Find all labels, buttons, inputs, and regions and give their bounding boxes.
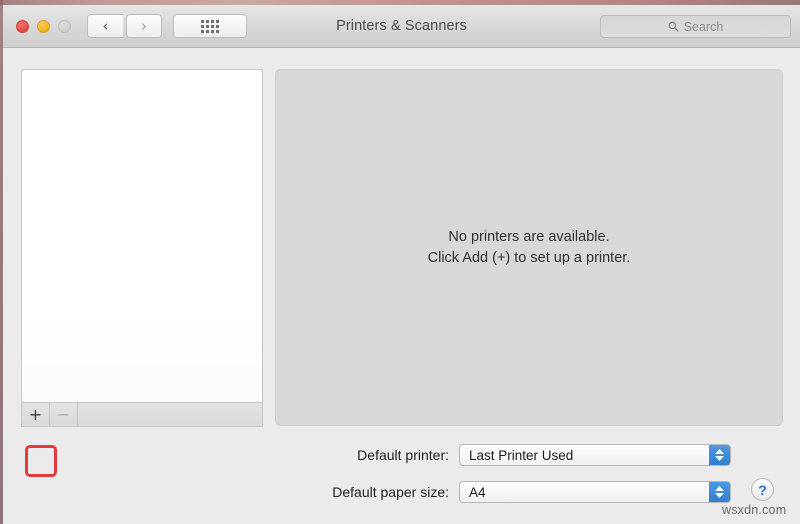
printers-and-scanners-window: ‹ › Printers & Scanners Search + − No pr… — [0, 0, 800, 524]
search-input[interactable]: Search — [600, 15, 791, 38]
default-printer-row: Default printer: Last Printer Used — [3, 444, 731, 466]
site-watermark: wsxdn.com — [722, 503, 787, 517]
default-paper-size-label: Default paper size: — [332, 484, 449, 500]
default-printer-stepper-icon[interactable] — [709, 445, 730, 465]
search-icon — [668, 21, 679, 32]
empty-state-message: No printers are available. Click Add (+)… — [428, 227, 631, 269]
printer-list-toolbar-filler — [78, 403, 262, 426]
printer-detail-panel: No printers are available. Click Add (+)… — [275, 69, 783, 426]
default-printer-label: Default printer: — [357, 447, 449, 463]
default-paper-size-value: A4 — [469, 484, 486, 500]
printer-list[interactable] — [21, 69, 263, 403]
default-paper-size-select[interactable]: A4 — [459, 481, 731, 503]
default-printer-select[interactable]: Last Printer Used — [459, 444, 731, 466]
empty-state-line-2: Click Add (+) to set up a printer. — [427, 249, 631, 266]
add-printer-button[interactable]: + — [22, 403, 50, 426]
window-titlebar: ‹ › Printers & Scanners Search — [3, 5, 800, 48]
help-button[interactable]: ? — [751, 478, 774, 501]
search-placeholder: Search — [683, 19, 724, 34]
empty-state-line-1: No printers are available. — [448, 228, 610, 245]
default-paper-size-stepper-icon[interactable] — [709, 482, 730, 502]
remove-printer-button: − — [50, 403, 78, 426]
default-paper-size-row: Default paper size: A4 — [3, 481, 731, 503]
default-printer-value: Last Printer Used — [469, 447, 574, 463]
printer-list-toolbar: + − — [21, 403, 263, 427]
preferences-content: + − No printers are available. Click Add… — [3, 48, 800, 524]
